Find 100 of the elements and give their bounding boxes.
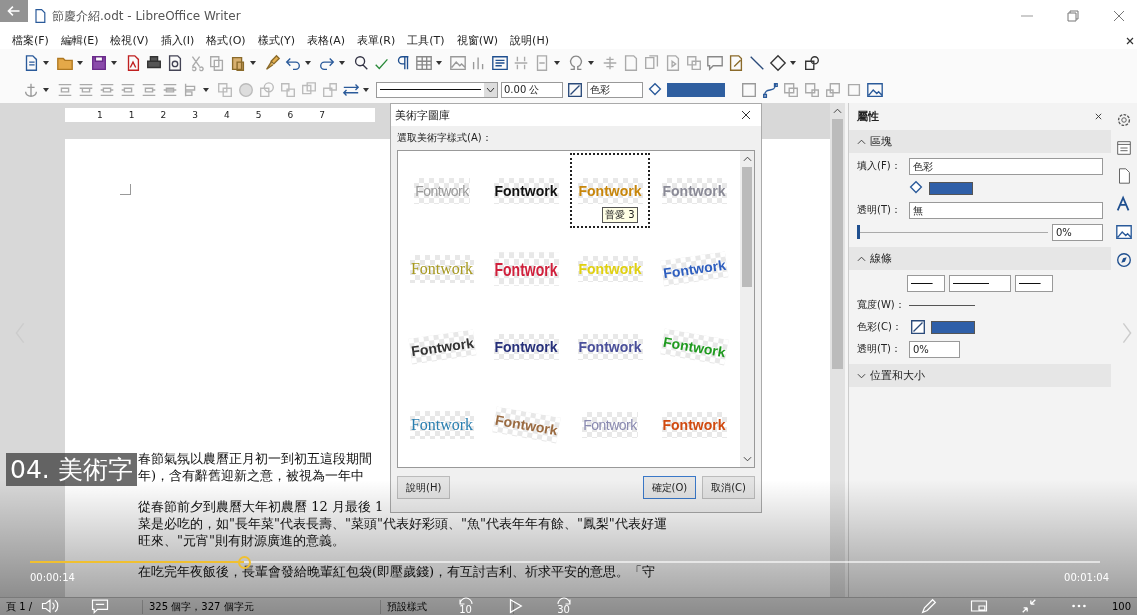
dropdown-arrow-icon[interactable] [305, 60, 311, 65]
field-label: 色彩(C)： [857, 320, 903, 334]
zoom-level: 100 [1110, 601, 1132, 612]
ruler-number: 5 [255, 110, 262, 120]
field-label: 寬度(W)： [857, 298, 905, 312]
dropdown-arrow-icon[interactable] [554, 60, 560, 65]
fontwork-text: Fontwork [660, 251, 728, 286]
word-count: 325 個字，327 個字元 [143, 599, 381, 614]
fontwork-text: Fontwork [409, 254, 475, 283]
percent-field[interactable]: 0% [1052, 223, 1103, 241]
fill-color-swatch[interactable] [929, 181, 973, 195]
line-color-swatch[interactable] [931, 320, 975, 334]
fontwork-style[interactable]: Fontwork 普愛 3 [570, 153, 650, 228]
dropdown-arrow-icon[interactable] [77, 60, 83, 65]
dropdown-arrow-icon[interactable] [363, 87, 369, 92]
line-color-icon[interactable] [566, 80, 584, 99]
arrow-end-dropdown[interactable] [1015, 274, 1053, 292]
field-label: 填入(F)： [857, 159, 902, 173]
field-label: 透明(T)： [857, 342, 902, 356]
fill-dropdown[interactable]: 色彩 [909, 157, 1103, 175]
menu-item[interactable]: 說明(H) [510, 33, 549, 48]
video-title: 04. 美術字 [6, 453, 137, 486]
menu-item[interactable]: 插入(I) [160, 33, 195, 48]
line-style-dropdown[interactable] [949, 274, 1011, 292]
area-style-dropdown[interactable]: 色彩 [587, 81, 643, 98]
section-header[interactable]: 區塊 [849, 130, 1111, 153]
dialog-title: 美術字圖庫 [395, 107, 450, 123]
fill-color-swatch[interactable] [667, 82, 725, 97]
transparency-dropdown[interactable]: 無 [909, 201, 1103, 219]
find-replace-icon[interactable] [352, 53, 370, 72]
gallery-icon[interactable] [1115, 223, 1133, 241]
text-box-icon[interactable] [491, 53, 509, 72]
close-icon[interactable] [741, 110, 751, 120]
points-icon[interactable] [740, 80, 758, 99]
line-width-field[interactable]: 0.00 公 [501, 81, 563, 98]
arrow-start-dropdown[interactable] [907, 274, 945, 292]
bezier-icon[interactable] [761, 80, 779, 99]
ok-button[interactable]: 確定(O) [642, 476, 697, 499]
dropdown-arrow-icon[interactable] [588, 60, 594, 65]
document-text: 春節氣氛以農曆正月初一到初五這段期間 [138, 450, 372, 467]
close-icon[interactable] [1125, 35, 1135, 46]
image-icon[interactable] [866, 80, 884, 99]
field-label: 選取美術字樣式(A)： [396, 131, 493, 145]
menu-item[interactable]: 檢視(V) [110, 33, 149, 48]
track-changes-icon[interactable] [727, 53, 745, 72]
section-title: 區塊 [870, 134, 892, 149]
document-icon [32, 8, 48, 24]
pen-icon[interactable] [919, 596, 939, 615]
scroll-down-icon[interactable] [742, 456, 752, 462]
ruler-number: 4 [223, 110, 230, 120]
dropdown-arrow-icon[interactable] [203, 87, 209, 92]
slider-thumb[interactable] [857, 225, 860, 239]
menu-item[interactable]: 樣式(Y) [257, 33, 295, 48]
cancel-button[interactable]: 取消(C) [702, 476, 755, 499]
line-width-preview[interactable] [909, 304, 975, 306]
scroll-up-icon[interactable] [833, 108, 842, 114]
total-time: 00:01:04 [1064, 572, 1109, 583]
scroll-up-icon[interactable] [742, 156, 752, 162]
percent-field[interactable]: 0% [909, 340, 960, 358]
document-text: 從春節前夕到農曆大年初農曆 12 月最後 1 [138, 498, 384, 515]
save-icon[interactable] [90, 53, 108, 72]
scrollbar-thumb[interactable] [742, 167, 752, 287]
help-button[interactable]: 說明(H) [397, 476, 451, 499]
menu-item[interactable]: 表格(A) [306, 33, 346, 48]
fontwork-text: Fontwork [661, 177, 727, 204]
fontwork-text: Fontwork [414, 177, 470, 204]
fontwork-text: Fontwork [493, 251, 559, 286]
scrollbar[interactable] [830, 103, 845, 597]
ruler-number: 1 [128, 110, 135, 120]
dropdown-arrow-icon[interactable] [111, 60, 117, 65]
close-icon[interactable] [1094, 112, 1103, 121]
ruler-number: 6 [287, 110, 294, 120]
dropdown-arrow-icon[interactable] [790, 60, 796, 65]
menu-item[interactable]: 視窗(W) [456, 33, 499, 48]
navigator-icon[interactable] [1115, 251, 1133, 269]
print-preview-icon[interactable] [166, 53, 184, 72]
dropdown-arrow-icon[interactable] [436, 60, 442, 65]
menu-item[interactable]: 工具(T) [407, 33, 445, 48]
menu-item[interactable]: 表單(R) [357, 33, 396, 48]
dropdown-arrow-icon[interactable] [250, 60, 256, 65]
brush-icon[interactable] [263, 53, 281, 72]
dropdown-arrow-icon[interactable] [43, 87, 49, 92]
menu-item[interactable]: 檔案(F) [12, 33, 49, 48]
settings-icon[interactable] [1115, 111, 1133, 129]
dropdown-arrow-icon[interactable] [43, 60, 49, 65]
shapes-icon[interactable] [803, 53, 821, 72]
dropdown-arrow-icon[interactable] [339, 60, 345, 65]
diamond-icon[interactable] [769, 53, 787, 72]
section-header[interactable]: 線條 [849, 247, 1111, 270]
properties-icon[interactable] [1115, 139, 1133, 157]
menu-item[interactable]: 格式(O) [206, 33, 246, 48]
comment-icon[interactable] [706, 53, 724, 72]
image-icon[interactable] [449, 53, 467, 72]
section-title: 線條 [870, 251, 892, 266]
menu-item[interactable]: 編輯(E) [60, 33, 99, 48]
section-header[interactable]: 位置和大小 [849, 364, 1111, 387]
line-color-icon[interactable] [909, 318, 927, 336]
line-style-dropdown[interactable] [376, 81, 498, 98]
volume-icon[interactable] [40, 596, 60, 615]
fontwork-text: Fontwork [409, 410, 475, 439]
